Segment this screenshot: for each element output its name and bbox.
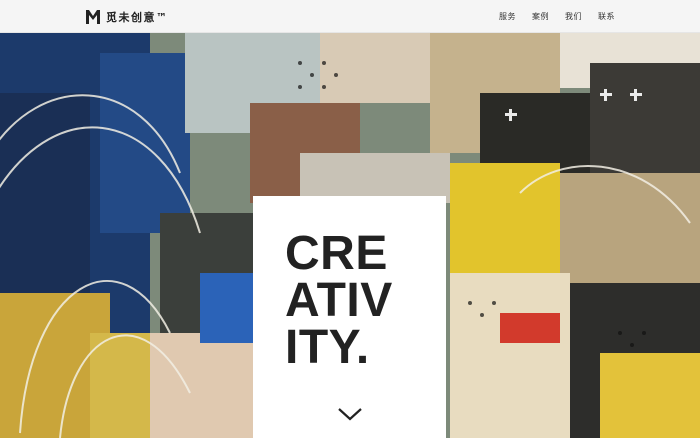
hero-card: CRE ATIV ITY.	[253, 196, 446, 438]
navbar: 觅未创意™ 服务 案例 我们 联系	[0, 0, 700, 33]
nav-link-about[interactable]: 我们	[565, 11, 582, 22]
hero-section: CRE ATIV ITY.	[0, 33, 700, 438]
brand-name: 觅未创意™	[106, 10, 169, 24]
hero-title-line-2: ATIV	[285, 274, 393, 327]
nav-link-contact[interactable]: 联系	[598, 11, 615, 22]
hero-title: CRE ATIV ITY.	[285, 227, 445, 374]
hero-title-line-1: CRE	[285, 227, 388, 280]
main-nav: 服务 案例 我们 联系	[483, 0, 615, 33]
chevron-down-icon[interactable]	[337, 406, 363, 422]
nav-link-services[interactable]: 服务	[499, 11, 516, 22]
brand-link[interactable]: 觅未创意™	[86, 8, 169, 25]
nav-link-cases[interactable]: 案例	[532, 11, 549, 22]
m-logo-icon	[86, 9, 100, 24]
hero-title-line-3: ITY.	[285, 321, 370, 374]
